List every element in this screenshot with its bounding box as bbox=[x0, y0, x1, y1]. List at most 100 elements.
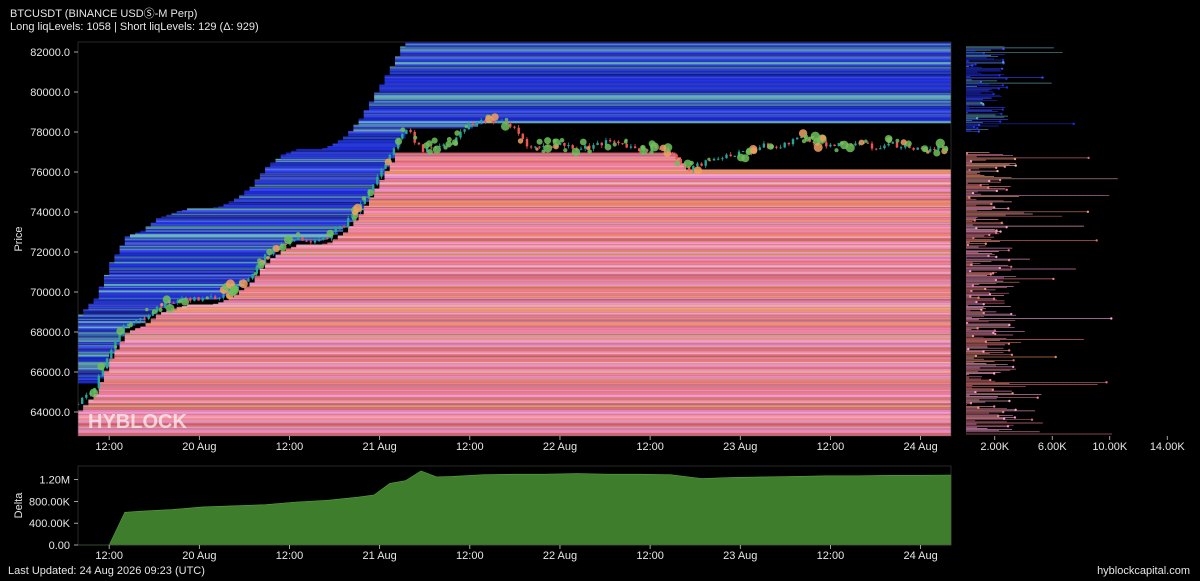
liquidation-bubble bbox=[326, 229, 334, 238]
liquidation-bubble bbox=[586, 146, 590, 151]
short-level-band bbox=[78, 317, 146, 319]
short-level-band bbox=[254, 180, 380, 182]
short-level-band bbox=[145, 226, 349, 228]
candle-body bbox=[214, 296, 217, 300]
candle-body bbox=[899, 147, 903, 149]
hist-dot bbox=[1000, 112, 1003, 116]
short-level-band bbox=[405, 45, 951, 48]
short-level-band bbox=[78, 337, 120, 340]
liquidation-bubble bbox=[693, 166, 703, 175]
short-level-band bbox=[187, 208, 364, 211]
liquidation-bubble bbox=[845, 143, 855, 153]
short-level-band bbox=[78, 373, 104, 376]
price-ytick-label: 74000.0 bbox=[30, 207, 70, 219]
liquidation-bubble bbox=[352, 209, 359, 216]
liquidation-bubble bbox=[181, 297, 190, 306]
candle-body bbox=[916, 147, 919, 150]
candle-body bbox=[480, 120, 483, 123]
candle-body bbox=[326, 238, 329, 239]
candle-body bbox=[322, 238, 325, 240]
liquidation-bubble bbox=[284, 235, 293, 245]
hist-dot bbox=[1001, 84, 1004, 87]
liquidation-bubble bbox=[432, 145, 441, 154]
candle-body bbox=[251, 273, 254, 279]
candle-body bbox=[538, 146, 541, 148]
liquidation-bubble bbox=[683, 159, 692, 168]
hist-dot bbox=[1030, 418, 1034, 421]
short-level-band bbox=[88, 306, 167, 308]
short-level-band bbox=[369, 108, 951, 111]
short-level-band bbox=[119, 251, 276, 253]
hist-dot bbox=[1007, 249, 1010, 252]
liquidation-bubble bbox=[257, 261, 265, 269]
candle-body bbox=[571, 145, 574, 149]
candle-body bbox=[500, 121, 504, 123]
long-level-band bbox=[150, 320, 951, 323]
xtick-label-price: 12:00 bbox=[95, 441, 123, 453]
liquidation-bubble bbox=[423, 142, 430, 149]
liquidation-bubble bbox=[89, 388, 99, 398]
candle-body bbox=[517, 127, 520, 134]
candle-body bbox=[347, 218, 350, 228]
candle-body bbox=[147, 315, 150, 319]
liquidation-bubble bbox=[813, 142, 823, 152]
liquidation-bubble bbox=[579, 138, 587, 146]
liquidation-bubble bbox=[165, 304, 175, 313]
hist-dot bbox=[1010, 353, 1014, 356]
liquidation-bubble bbox=[158, 307, 163, 312]
short-level-band bbox=[83, 311, 156, 313]
xtick-label-price: 24 Aug bbox=[903, 441, 937, 453]
hist-dot bbox=[1105, 381, 1108, 384]
candle-body bbox=[309, 241, 312, 243]
liquidation-bubble bbox=[707, 157, 711, 161]
liquidation-bubble bbox=[604, 143, 612, 151]
candle-body bbox=[625, 143, 628, 148]
short-level-band bbox=[155, 218, 354, 220]
liquidation-bubble bbox=[803, 134, 809, 140]
short-level-band bbox=[400, 55, 951, 58]
candle-body bbox=[912, 148, 915, 150]
liquidation-bubble bbox=[116, 327, 125, 335]
liquidation-bubble bbox=[819, 134, 827, 142]
candle-body bbox=[696, 163, 699, 166]
candle-body bbox=[475, 122, 479, 125]
short-level-band bbox=[223, 203, 364, 206]
liquidation-bubble bbox=[559, 138, 565, 143]
xtick-label-delta: 12:00 bbox=[817, 550, 845, 562]
delta-ytick-label: 0.00 bbox=[49, 540, 70, 552]
hist-dot bbox=[995, 229, 998, 232]
candle-body bbox=[496, 122, 500, 124]
short-level-band bbox=[228, 202, 364, 204]
candle-body bbox=[725, 154, 728, 159]
hist-dot bbox=[992, 92, 995, 96]
short-level-band bbox=[259, 176, 380, 180]
candle-body bbox=[600, 142, 603, 146]
short-level-band bbox=[78, 344, 120, 346]
liquidation-bubble bbox=[400, 127, 406, 132]
hist-xtick-label: 2.00K bbox=[980, 441, 1009, 453]
short-level-band bbox=[233, 199, 369, 201]
short-level-band bbox=[327, 147, 395, 150]
liquidation-bubble bbox=[933, 149, 941, 157]
price-ylabel: Price bbox=[13, 226, 25, 251]
candle-body bbox=[791, 139, 795, 145]
candle-body bbox=[775, 146, 778, 148]
candle-body bbox=[762, 143, 766, 148]
liquidation-bubble bbox=[864, 139, 868, 143]
short-level-band bbox=[343, 139, 401, 142]
candle-body bbox=[563, 142, 566, 146]
short-level-band bbox=[98, 290, 234, 293]
liquidation-bubble bbox=[114, 345, 118, 349]
site-link[interactable]: hyblockcapital.com bbox=[1097, 565, 1190, 577]
liquidation-bubble bbox=[544, 137, 552, 145]
candle-body bbox=[301, 237, 304, 241]
hist-dot bbox=[1054, 355, 1057, 359]
liquidation-bubble bbox=[160, 303, 164, 307]
short-level-band bbox=[78, 376, 104, 379]
candle-body bbox=[579, 148, 583, 150]
hist-dot bbox=[999, 120, 1002, 123]
short-level-band bbox=[213, 207, 364, 209]
xtick-label-price: 21 Aug bbox=[363, 441, 397, 453]
hist-dot bbox=[993, 405, 996, 408]
candle-body bbox=[305, 240, 308, 242]
